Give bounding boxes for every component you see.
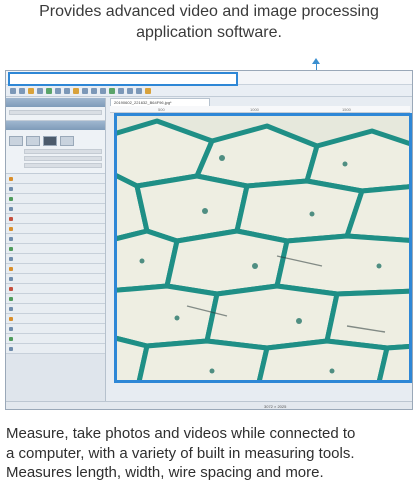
sidebar-section-1[interactable] [6,174,105,184]
bottom-caption-line-1: Measure, take photos and videos while co… [6,425,356,442]
micrograph-image [117,116,409,380]
sidebar-section-4[interactable] [6,204,105,214]
sidebar-section-18[interactable] [6,344,105,354]
section-icon [9,246,13,251]
stop-button[interactable] [60,136,74,146]
image-viewport[interactable] [114,113,412,383]
sidebar-section-14[interactable] [6,304,105,314]
capture-icon[interactable] [46,87,52,94]
field-row [9,110,102,115]
rect-tool-icon[interactable] [91,87,97,94]
section-icon [9,256,13,261]
play-button[interactable] [43,136,57,146]
save-icon[interactable] [19,87,25,94]
sidebar-section-3[interactable] [6,194,105,204]
sidebar-section-13[interactable] [6,294,105,304]
snapshot-button[interactable] [9,136,23,146]
print-icon[interactable] [37,87,43,94]
toolbar [6,85,412,97]
record-button[interactable] [26,136,40,146]
camera-select[interactable] [9,110,102,115]
sidebar-section-10[interactable] [6,264,105,274]
bottom-caption: Measure, take photos and videos while co… [6,424,416,483]
section-icon [9,176,13,181]
open-icon[interactable] [10,87,16,94]
folder-icon[interactable] [28,87,34,94]
sidebar-section-16[interactable] [6,324,105,334]
capture-panel-header[interactable] [6,121,105,130]
ruler-tick-label: 1500 [342,107,351,112]
ruler-tick-label: 1000 [250,107,259,112]
section-icon [9,326,13,331]
section-icon [9,316,13,321]
undo-icon[interactable] [127,87,133,94]
app-window: 20190602_221632_B64F96.jpg* 500 1000 150… [5,70,413,410]
section-icon [9,306,13,311]
section-icon [9,336,13,341]
section-icon [9,226,13,231]
circle-tool-icon[interactable] [100,87,106,94]
section-icon [9,276,13,281]
resolution-field[interactable] [24,149,102,154]
sidebar-panel-header[interactable] [6,98,105,107]
section-icon [9,236,13,241]
section-icon [9,346,13,351]
section-icon [9,296,13,301]
settings-icon[interactable] [145,87,151,94]
section-icon [9,196,13,201]
sidebar-section-7[interactable] [6,234,105,244]
field-row [9,149,102,154]
section-icon [9,206,13,211]
sidebar-section-5[interactable] [6,214,105,224]
text-tool-icon[interactable] [118,87,124,94]
section-icon [9,266,13,271]
capture-panel-body [6,130,105,174]
bottom-caption-line-3: Measures length, width, wire spacing and… [6,464,324,481]
angle-tool-icon[interactable] [109,87,115,94]
zoom-out-icon[interactable] [64,87,70,94]
sidebar [6,98,106,404]
image-dimensions: 3072 × 2025 [264,404,287,409]
window-title-box [8,72,238,86]
bottom-caption-line-2: a computer, with a variety of built in m… [6,444,355,462]
document-tab[interactable]: 20190602_221632_B64F96.jpg* [110,98,210,106]
path-field[interactable] [24,163,102,168]
sidebar-section-11[interactable] [6,274,105,284]
field-row [9,163,102,168]
format-field[interactable] [24,156,102,161]
sidebar-section-9[interactable] [6,254,105,264]
horizontal-ruler: 500 1000 1500 [110,106,410,113]
field-row [9,156,102,161]
top-caption-line-1: Provides advanced video and image proces… [39,3,379,20]
status-bar: 3072 × 2025 [6,401,412,409]
measure-icon[interactable] [73,87,79,94]
sidebar-panel-body [6,107,105,121]
top-caption: Provides advanced video and image proces… [0,0,418,43]
section-icon [9,286,13,291]
sidebar-section-15[interactable] [6,314,105,324]
section-icon [9,216,13,221]
sidebar-section-6[interactable] [6,224,105,234]
section-icon [9,186,13,191]
ruler-tick-label: 500 [158,107,165,112]
top-caption-line-2: application software. [136,24,282,41]
sidebar-section-12[interactable] [6,284,105,294]
redo-icon[interactable] [136,87,142,94]
sidebar-section-17[interactable] [6,334,105,344]
zoom-in-icon[interactable] [55,87,61,94]
sidebar-section-2[interactable] [6,184,105,194]
sidebar-section-8[interactable] [6,244,105,254]
line-tool-icon[interactable] [82,87,88,94]
capture-controls [9,136,102,146]
